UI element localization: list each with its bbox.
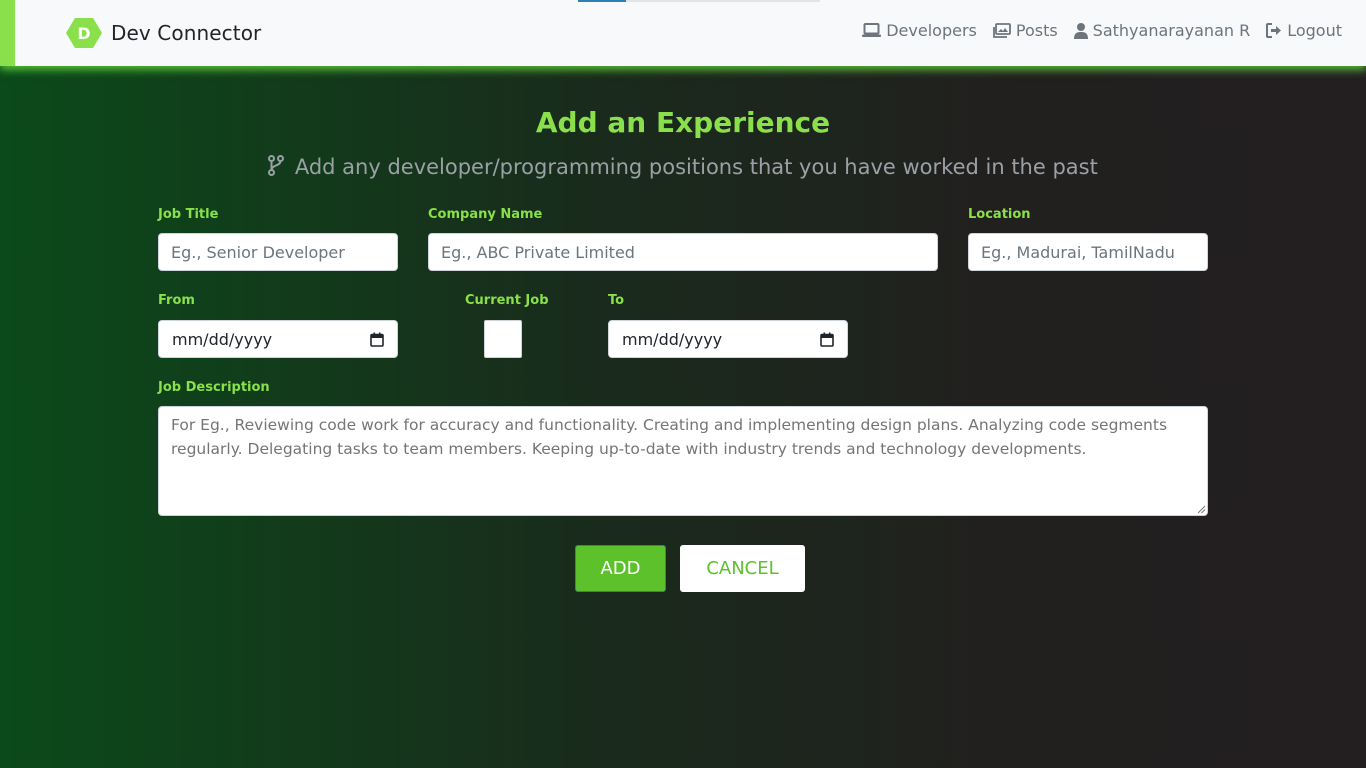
company-name-input[interactable] [428,233,938,271]
nav-link-profile-label: Sathyanarayanan R [1092,21,1251,40]
calendar-icon[interactable] [820,332,834,347]
sign-out-icon [1266,23,1282,38]
company-name-label: Company Name [428,207,543,222]
to-label: To [608,293,625,308]
job-title-input[interactable] [158,233,398,271]
user-icon [1073,22,1088,39]
job-description-textarea[interactable] [158,406,1208,516]
from-date-input[interactable]: mm/dd/yyyy [158,320,398,358]
nav-link-logout-label: Logout [1287,21,1342,40]
code-branch-icon [268,155,285,176]
top-navbar: D Dev Connector Developers Posts Sathyan… [0,0,1366,66]
nav-link-profile[interactable]: Sathyanarayanan R [1073,21,1251,40]
job-description-label: Job Description [158,380,270,395]
from-label: From [158,293,195,308]
current-job-label: Current Job [465,293,549,308]
nav-links: Developers Posts Sathyanarayanan R Logou… [846,21,1342,40]
brand-name: Dev Connector [111,21,262,45]
hexagon-logo-icon: D [66,18,102,48]
images-icon [992,23,1011,38]
nav-link-logout[interactable]: Logout [1266,21,1342,40]
resize-grip-icon[interactable] [1196,504,1206,514]
to-date-placeholder: mm/dd/yyyy [622,329,723,349]
location-label: Location [968,207,1031,222]
calendar-icon[interactable] [370,332,384,347]
page-title: Add an Experience [535,106,831,139]
nav-link-posts[interactable]: Posts [992,21,1058,40]
job-title-label: Job Title [158,207,219,222]
nav-link-developers[interactable]: Developers [862,21,977,40]
from-date-placeholder: mm/dd/yyyy [172,329,273,349]
progress-bar [578,0,820,2]
brand-link[interactable]: D Dev Connector [66,17,261,49]
brand-logo-letter: D [77,24,90,43]
page-subtitle-text: Add any developer/programming positions … [294,155,1098,179]
location-input[interactable] [968,233,1208,271]
cancel-button[interactable]: CANCEL [680,545,805,592]
add-button[interactable]: ADD [575,545,666,592]
laptop-icon [862,23,882,37]
current-job-checkbox[interactable] [484,320,522,358]
to-date-input[interactable]: mm/dd/yyyy [608,320,848,358]
page-subtitle: Add any developer/programming positions … [0,155,1366,179]
nav-link-posts-label: Posts [1015,21,1058,40]
nav-link-developers-label: Developers [886,21,977,40]
